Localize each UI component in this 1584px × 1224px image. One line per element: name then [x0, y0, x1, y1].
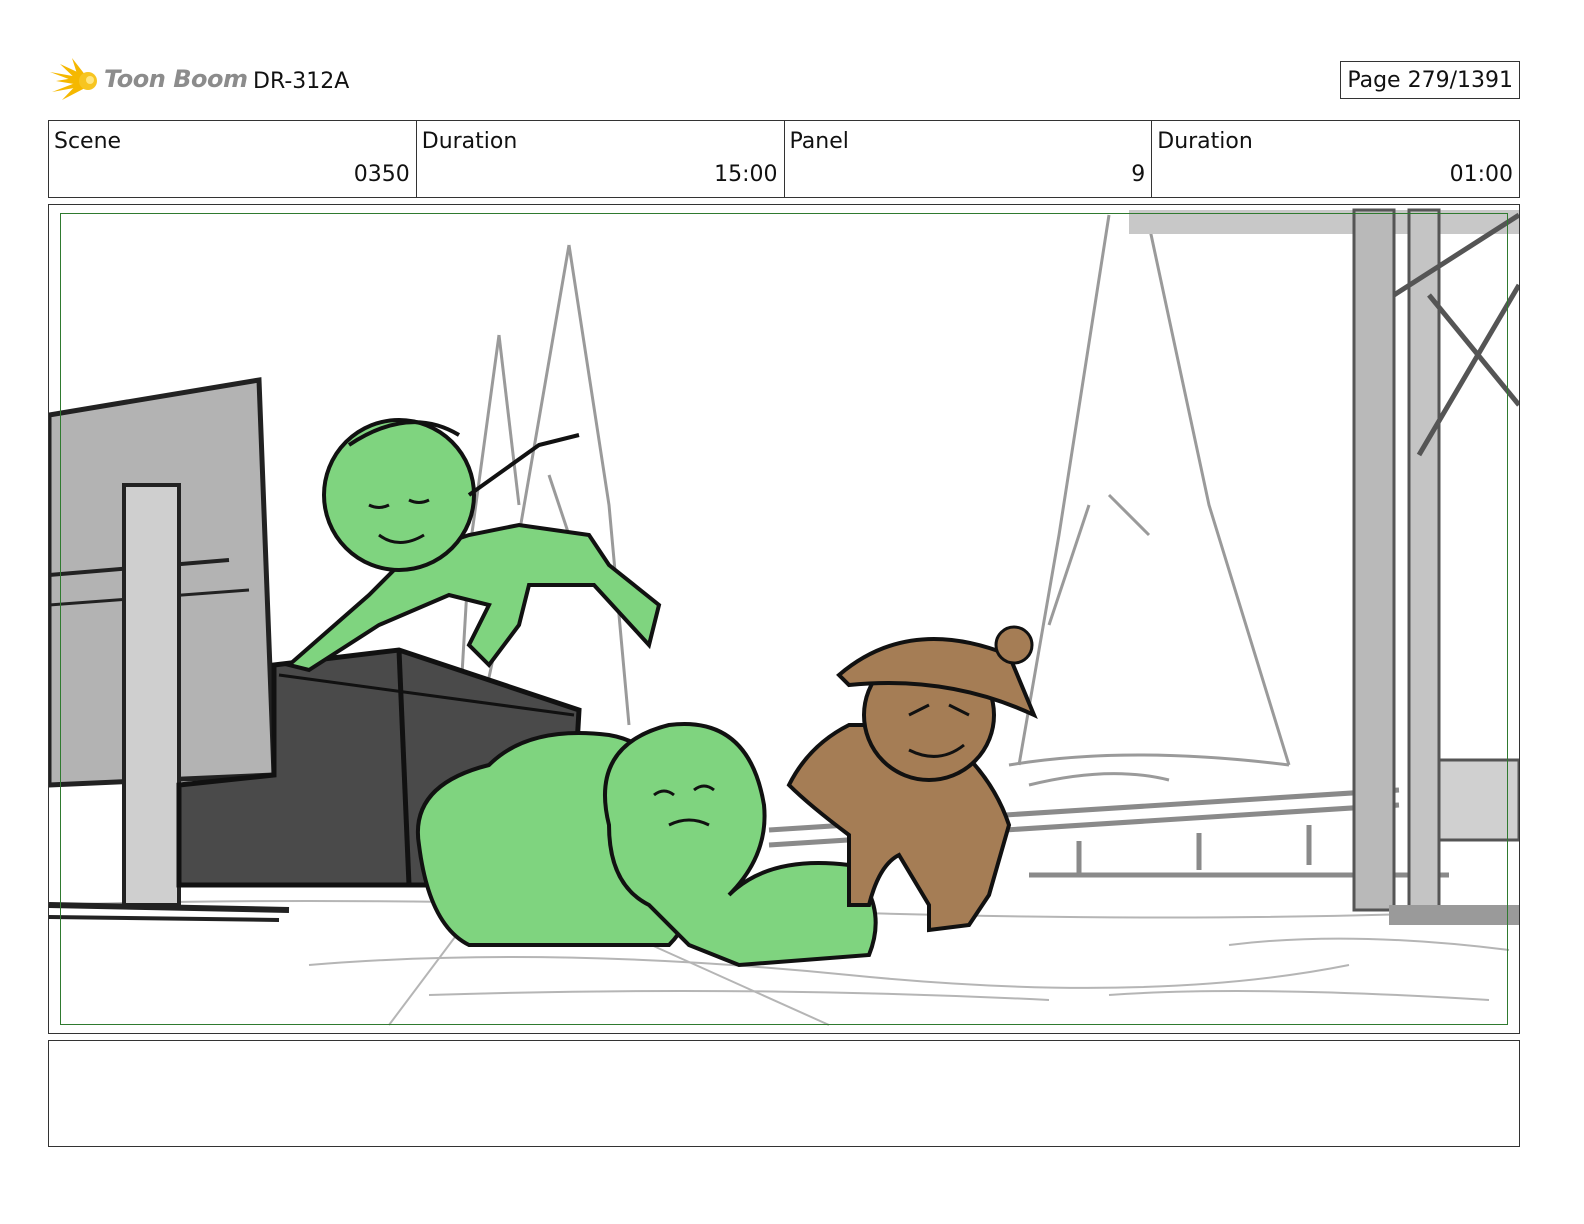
- storyboard-header: Toon Boom DR-312A Page 279/1391: [48, 56, 1520, 106]
- scene-duration-label: Duration: [421, 129, 518, 154]
- page-value: 279/1391: [1407, 68, 1513, 93]
- scene-cell: Scene 0350: [49, 121, 417, 197]
- scene-duration-value: 15:00: [714, 162, 778, 187]
- info-table: Scene 0350 Duration 15:00 Panel 9 Durati…: [48, 120, 1520, 198]
- tree-sketch-right: [1008, 214, 1291, 787]
- scene-duration-cell: Duration 15:00: [417, 121, 785, 197]
- panel-sketch: [49, 208, 1519, 1026]
- storyboard-panel-image: [48, 204, 1520, 1034]
- star-burst-icon: [50, 58, 97, 100]
- page-indicator: Page 279/1391: [1340, 61, 1520, 99]
- logo-text: Toon Boom: [104, 65, 248, 93]
- toon-boom-logo: Toon Boom: [48, 56, 248, 106]
- panel-duration-value: 01:00: [1449, 162, 1513, 187]
- scene-value: 0350: [353, 162, 410, 187]
- panel-label: Panel: [789, 129, 849, 154]
- panel-duration-label: Duration: [1157, 129, 1253, 154]
- green-character-jumping: [284, 418, 662, 673]
- panel-cell: Panel 9: [785, 121, 1153, 197]
- scene-label: Scene: [54, 129, 122, 154]
- panel-value: 9: [1131, 162, 1146, 187]
- page-label: Page: [1347, 68, 1401, 93]
- panel-notes-box[interactable]: [48, 1040, 1520, 1147]
- panel-duration-cell: Duration 01:00: [1152, 121, 1519, 197]
- project-code: DR-312A: [253, 69, 350, 94]
